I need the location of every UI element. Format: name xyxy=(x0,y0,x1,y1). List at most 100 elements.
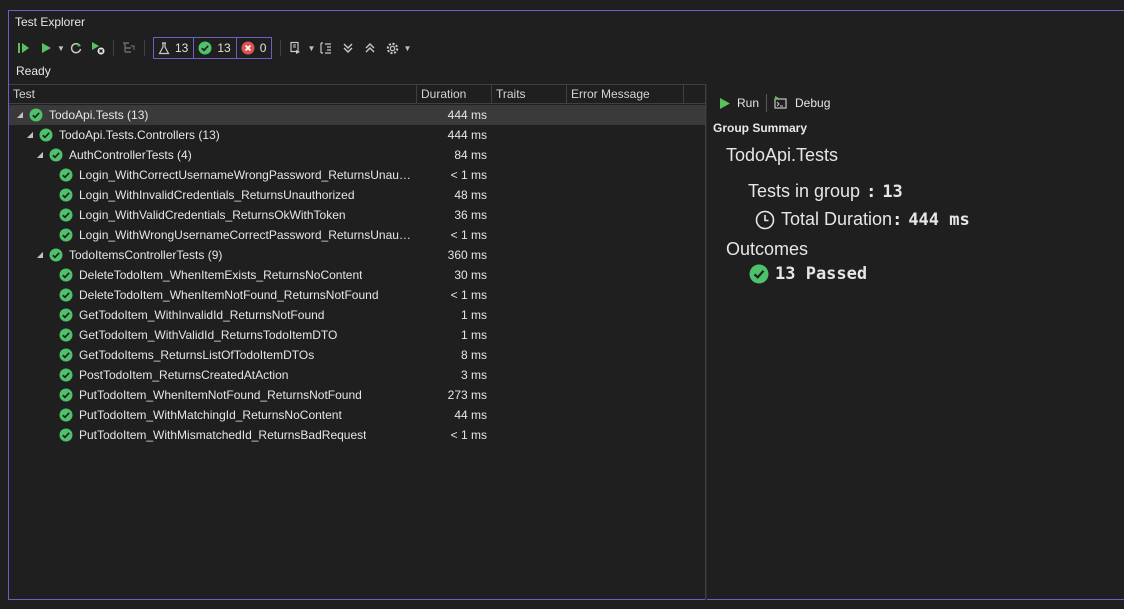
toolbar-separator xyxy=(280,40,282,56)
expand-all-icon xyxy=(343,43,353,53)
playlist-icon xyxy=(290,41,301,54)
group-by-button[interactable] xyxy=(118,37,140,59)
test-name: TodoApi.Tests.Controllers (13) xyxy=(59,128,220,142)
test-row[interactable]: DeleteTodoItem_WhenItemNotFound_ReturnsN… xyxy=(9,285,705,305)
details-debug-button[interactable]: Debug xyxy=(770,96,834,110)
collapse-all-icon xyxy=(365,43,375,53)
tree-group-row[interactable]: ◢ TodoApi.Tests (13) 444 ms xyxy=(9,105,705,125)
collapse-all-button[interactable] xyxy=(359,37,381,59)
total-duration-value: 444 ms xyxy=(908,209,970,230)
test-row[interactable]: Login_WithInvalidCredentials_ReturnsUnau… xyxy=(9,185,705,205)
run-dropdown-chevron-icon[interactable]: ▼ xyxy=(57,37,65,59)
test-name: Login_WithValidCredentials_ReturnsOkWith… xyxy=(79,208,346,222)
tree-group-row[interactable]: ◢ TodoApi.Tests.Controllers (13) 444 ms xyxy=(9,125,705,145)
total-duration-line: Total Duration: 444 ms xyxy=(755,209,970,230)
test-name: PutTodoItem_WithMismatchedId_ReturnsBadR… xyxy=(79,428,367,442)
test-name: TodoApi.Tests (13) xyxy=(49,108,149,122)
details-panel: Run Debug Group Summary TodoApi.Tests Te… xyxy=(707,84,1124,600)
expand-chevron-icon[interactable]: ◢ xyxy=(35,145,45,165)
run-failed-icon xyxy=(92,42,105,55)
settings-chevron-icon[interactable]: ▼ xyxy=(403,37,411,59)
failed-tests-filter[interactable]: 0 xyxy=(237,38,272,58)
test-duration: < 1 ms xyxy=(450,428,487,442)
total-duration-colon: : xyxy=(892,209,903,230)
test-name: DeleteTodoItem_WhenItemExists_ReturnsNoC… xyxy=(79,268,363,282)
details-toolbar: Run Debug xyxy=(715,92,834,114)
tests-in-group-label: Tests in group xyxy=(748,181,861,201)
test-row[interactable]: PutTodoItem_WithMismatchedId_ReturnsBadR… xyxy=(9,425,705,445)
column-header-traits[interactable]: Traits xyxy=(492,85,567,104)
total-duration-label: Total Duration xyxy=(781,209,893,229)
test-name: TodoItemsControllerTests (9) xyxy=(69,248,223,262)
column-header-error-message[interactable]: Error Message xyxy=(567,85,684,104)
test-row[interactable]: PutTodoItem_WhenItemNotFound_ReturnsNotF… xyxy=(9,385,705,405)
total-tests-count: 13 xyxy=(175,41,189,55)
test-duration: 3 ms xyxy=(460,368,487,382)
playlist-button[interactable] xyxy=(285,37,307,59)
test-row[interactable]: PostTodoItem_ReturnsCreatedAtAction 3 ms xyxy=(9,365,705,385)
test-duration: 444 ms xyxy=(447,128,487,142)
test-name: Login_WithCorrectUsernameWrongPassword_R… xyxy=(79,168,411,182)
test-name: Login_WithInvalidCredentials_ReturnsUnau… xyxy=(79,188,355,202)
test-name: PutTodoItem_WhenItemNotFound_ReturnsNotF… xyxy=(79,388,362,402)
passed-tests-filter[interactable]: 13 xyxy=(194,38,237,58)
column-header-test[interactable]: Test xyxy=(9,85,417,104)
outcome-passed-label: 13 Passed xyxy=(775,264,868,284)
total-tests-filter[interactable]: 13 xyxy=(154,38,195,58)
expand-chevron-icon[interactable]: ◢ xyxy=(15,105,25,125)
tests-in-group-colon: : xyxy=(866,181,877,202)
repeat-last-run-button[interactable] xyxy=(65,37,87,59)
test-row[interactable]: DeleteTodoItem_WhenItemExists_ReturnsNoC… xyxy=(9,265,705,285)
test-duration: 1 ms xyxy=(460,328,487,342)
test-name: GetTodoItems_ReturnsListOfTodoItemDTOs xyxy=(79,348,315,362)
test-row[interactable]: Login_WithWrongUsernameCorrectPassword_R… xyxy=(9,225,705,245)
tree-columns-icon xyxy=(320,42,332,54)
test-row[interactable]: Login_WithCorrectUsernameWrongPassword_R… xyxy=(9,165,705,185)
test-duration: 1 ms xyxy=(460,308,487,322)
outcome-passed: 13 Passed xyxy=(749,264,867,284)
settings-button[interactable] xyxy=(381,37,403,59)
test-name: DeleteTodoItem_WhenItemNotFound_ReturnsN… xyxy=(79,288,379,302)
test-duration: < 1 ms xyxy=(450,168,487,182)
test-duration: 36 ms xyxy=(454,208,487,222)
test-row[interactable]: PutTodoItem_WithMatchingId_ReturnsNoCont… xyxy=(9,405,705,425)
passed-check-icon xyxy=(59,428,73,448)
debug-icon xyxy=(774,96,787,109)
expand-chevron-icon[interactable]: ◢ xyxy=(35,245,45,265)
flask-icon xyxy=(158,41,170,54)
test-duration: 48 ms xyxy=(454,188,487,202)
expand-chevron-icon[interactable]: ◢ xyxy=(25,125,35,145)
run-all-button[interactable] xyxy=(13,37,35,59)
group-by-columns-button[interactable] xyxy=(315,37,337,59)
column-header-duration[interactable]: Duration xyxy=(417,85,492,104)
test-name: PostTodoItem_ReturnsCreatedAtAction xyxy=(79,368,289,382)
details-toolbar-separator xyxy=(766,94,768,112)
playlist-chevron-icon[interactable]: ▼ xyxy=(307,37,315,59)
details-run-button[interactable]: Run xyxy=(715,96,763,110)
gear-icon xyxy=(386,42,399,54)
toolbar-separator xyxy=(144,40,145,56)
test-row[interactable]: GetTodoItems_ReturnsListOfTodoItemDTOs 8 … xyxy=(9,345,705,365)
expand-all-button[interactable] xyxy=(337,37,359,59)
window-title: Test Explorer xyxy=(15,15,86,29)
test-row[interactable]: Login_WithValidCredentials_ReturnsOkWith… xyxy=(9,205,705,225)
test-duration: 8 ms xyxy=(460,348,487,362)
status-text: Ready xyxy=(16,64,51,78)
test-row[interactable]: GetTodoItem_WithValidId_ReturnsTodoItemD… xyxy=(9,325,705,345)
test-duration: 44 ms xyxy=(454,408,487,422)
tree-group-row[interactable]: ◢ AuthControllerTests (4) 84 ms xyxy=(9,145,705,165)
tree-group-row[interactable]: ◢ TodoItemsControllerTests (9) 360 ms xyxy=(9,245,705,265)
test-tree: ◢ TodoApi.Tests (13) 444 ms ◢ TodoApi.Tests.… xyxy=(9,105,705,445)
failed-x-icon xyxy=(241,41,255,55)
group-summary-heading: Group Summary xyxy=(713,121,808,135)
test-name: GetTodoItem_WithInvalidId_ReturnsNotFoun… xyxy=(79,308,325,322)
test-row[interactable]: GetTodoItem_WithInvalidId_ReturnsNotFoun… xyxy=(9,305,705,325)
run-button[interactable] xyxy=(35,37,57,59)
run-icon xyxy=(720,97,730,109)
run-failed-tests-button[interactable] xyxy=(87,37,109,59)
hierarchy-icon xyxy=(123,42,135,53)
toolbar-separator xyxy=(113,40,114,56)
passed-check-icon xyxy=(198,41,212,55)
test-name: Login_WithWrongUsernameCorrectPassword_R… xyxy=(79,228,411,242)
test-duration: 360 ms xyxy=(447,248,487,262)
